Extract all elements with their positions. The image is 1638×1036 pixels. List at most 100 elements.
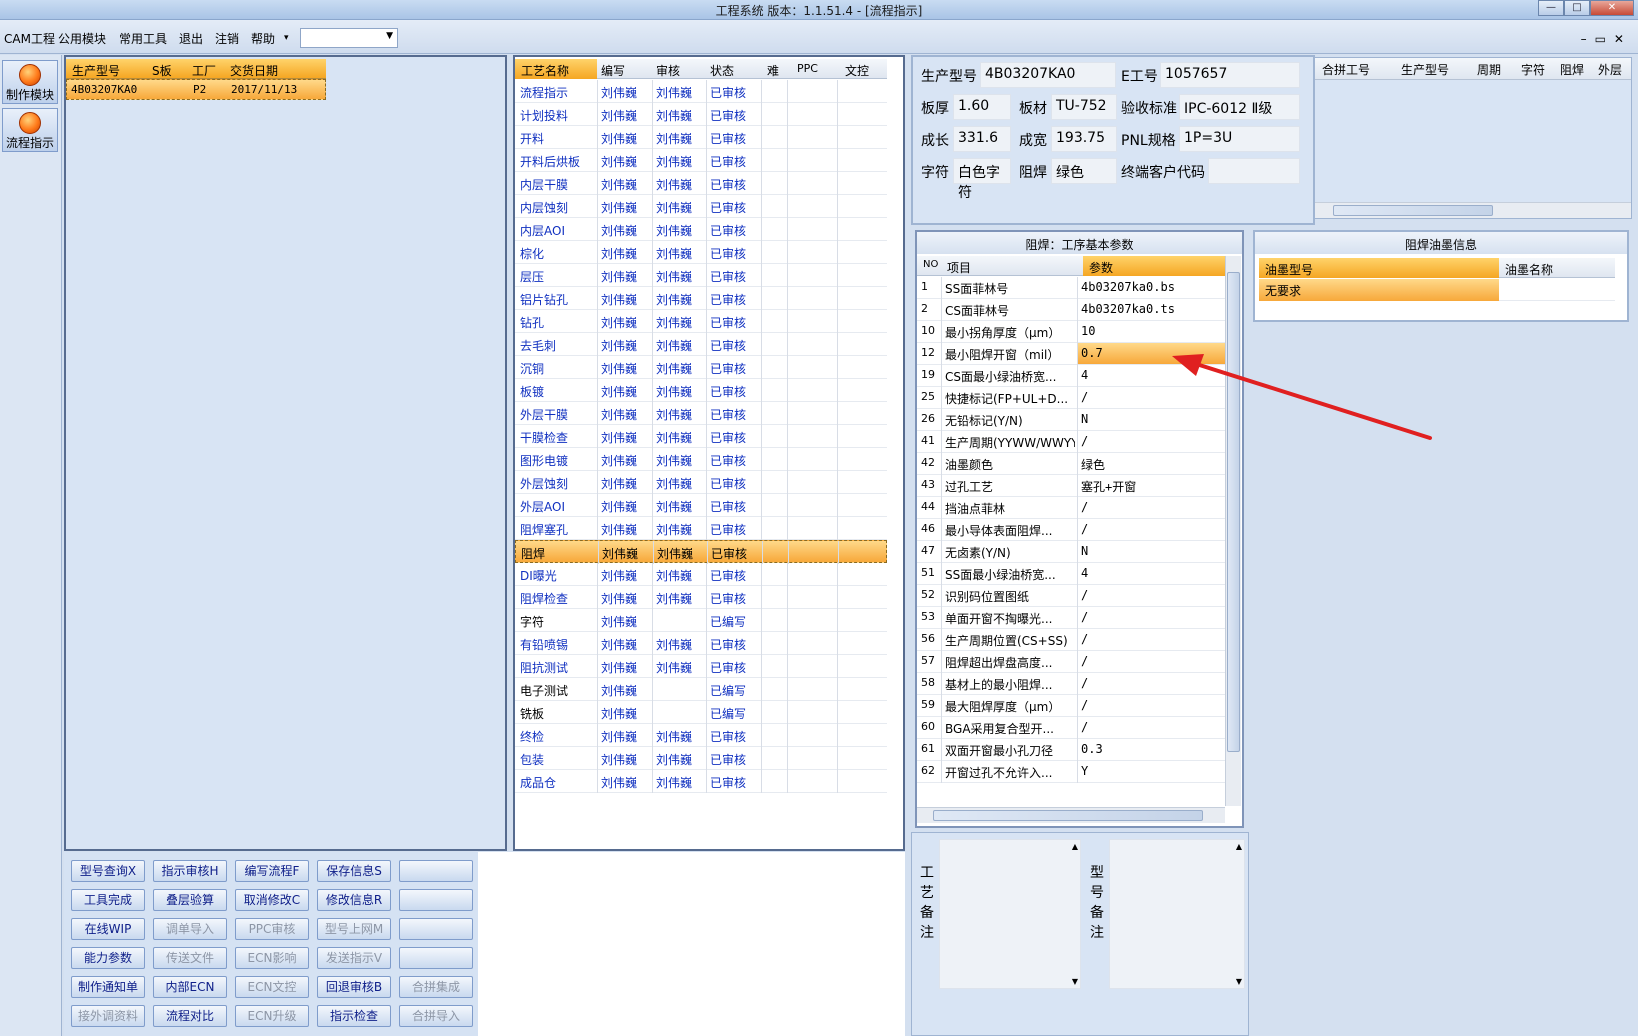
action-button[interactable]: 指示审核H [153,860,227,882]
table-row[interactable]: 电子测试 刘伟巍 已编写 [515,678,887,701]
char-field[interactable]: 白色字符 [953,158,1011,201]
make-module-button[interactable]: 制作模块 [2,60,58,104]
table-row[interactable]: 2 CS面菲林号 4b03207ka0.ts [917,299,1225,321]
action-button[interactable]: 取消修改C [235,889,309,911]
action-button[interactable]: 发送指示V [317,947,391,969]
scroll-thumb[interactable] [1333,205,1493,216]
e-no-field[interactable]: 1057657 [1160,62,1300,88]
table-row[interactable]: 阻抗测试 刘伟巍 刘伟巍 已审核 [515,655,887,678]
table-row[interactable]: 56 生产周期位置(CS+SS) / [917,629,1225,651]
scroll-thumb[interactable] [933,810,1203,821]
scroll-up-icon[interactable]: ▲ [1236,842,1242,851]
table-row[interactable]: 铝片钻孔 刘伟巍 刘伟巍 已审核 [515,287,887,310]
scroll-up-icon[interactable]: ▲ [1072,842,1078,851]
col-delivery-date[interactable]: 交货日期 [230,62,278,79]
action-button[interactable]: PPC审核 [235,918,309,940]
standard-field[interactable]: IPC-6012 Ⅱ级 [1179,94,1300,120]
table-row[interactable]: 46 最小导体表面阻焊... / [917,519,1225,541]
action-button[interactable]: 在线WIP [71,918,145,940]
menu-common-module[interactable]: 公用模块 [58,30,106,47]
action-button[interactable]: 合拼集成 [399,976,473,998]
table-row[interactable]: 60 BGA采用复合型开... / [917,717,1225,739]
menu-logout[interactable]: 注销 [215,30,239,47]
table-row[interactable]: 流程指示 刘伟巍 刘伟巍 已审核 [515,80,887,103]
table-row[interactable]: 内层蚀刻 刘伟巍 刘伟巍 已审核 [515,195,887,218]
col-ink-model[interactable]: 油墨型号 [1265,261,1313,278]
flow-indication-button[interactable]: 流程指示 [2,108,58,152]
col-no[interactable]: NO [923,259,938,270]
action-button[interactable] [399,889,473,911]
action-button[interactable] [399,918,473,940]
scroll-down-icon[interactable]: ▼ [1072,977,1078,986]
col-writer[interactable]: 编写 [601,62,625,79]
process-note-field[interactable]: ▲ ▼ [939,839,1081,989]
table-row[interactable]: 61 双面开窗最小孔刀径 0.3 [917,739,1225,761]
col-doc-control[interactable]: 文控 [845,62,869,79]
action-button[interactable]: 流程对比 [153,1005,227,1027]
col-factory[interactable]: 工厂 [192,62,216,79]
col-reviewer[interactable]: 审核 [656,62,680,79]
model-note-field[interactable]: ▲ ▼ [1109,839,1245,989]
table-row[interactable]: 字符 刘伟巍 已编写 [515,609,887,632]
col-merge-outer[interactable]: 外层 [1598,61,1622,78]
action-button[interactable]: 传送文件 [153,947,227,969]
table-row[interactable]: 阻焊检查 刘伟巍 刘伟巍 已审核 [515,586,887,609]
action-button[interactable]: 工具完成 [71,889,145,911]
table-row[interactable]: 51 SS面最小绿油桥宽... 4 [917,563,1225,585]
table-row[interactable]: 内层AOI 刘伟巍 刘伟巍 已审核 [515,218,887,241]
action-button[interactable]: ECN影响 [235,947,309,969]
table-row[interactable]: 图形电镀 刘伟巍 刘伟巍 已审核 [515,448,887,471]
table-row[interactable]: 去毛刺 刘伟巍 刘伟巍 已审核 [515,333,887,356]
close-icon[interactable]: ✕ [1590,0,1634,16]
merge-hscroll[interactable] [1315,202,1631,218]
maximize-icon[interactable]: □ [1564,0,1590,16]
table-row[interactable]: 层压 刘伟巍 刘伟巍 已审核 [515,264,887,287]
table-row[interactable]: 53 单面开窗不掏曝光... / [917,607,1225,629]
table-row[interactable]: 干膜检查 刘伟巍 刘伟巍 已审核 [515,425,887,448]
thickness-field[interactable]: 1.60 [953,94,1011,120]
table-row[interactable]: 62 开窗过孔不允许入... Y [917,761,1225,783]
table-row[interactable]: 钻孔 刘伟巍 刘伟巍 已审核 [515,310,887,333]
prod-model-field[interactable]: 4B03207KA0 [980,62,1116,88]
table-row[interactable]: 4B03207KA0 P2 2017/11/13 [66,79,326,100]
table-row[interactable]: 外层干膜 刘伟巍 刘伟巍 已审核 [515,402,887,425]
col-ink-name[interactable]: 油墨名称 [1505,261,1553,278]
params-hscroll[interactable] [917,807,1225,823]
menu-cam[interactable]: CAM工程 [4,30,55,47]
table-row[interactable]: 板镀 刘伟巍 刘伟巍 已审核 [515,379,887,402]
col-process-name[interactable]: 工艺名称 [521,62,569,79]
table-row[interactable]: 开料后烘板 刘伟巍 刘伟巍 已审核 [515,149,887,172]
table-row[interactable]: 开料 刘伟巍 刘伟巍 已审核 [515,126,887,149]
col-prod-model[interactable]: 生产型号 [72,62,120,79]
table-row[interactable]: 计划投料 刘伟巍 刘伟巍 已审核 [515,103,887,126]
scroll-down-icon[interactable]: ▼ [1236,977,1242,986]
length-field[interactable]: 331.6 [953,126,1011,152]
mdi-controls[interactable]: –▭✕ [1581,32,1632,46]
col-merge-mask[interactable]: 阻焊 [1560,61,1584,78]
menu-common-tools[interactable]: 常用工具 [119,30,167,47]
action-button[interactable]: 回退审核B [317,976,391,998]
table-row[interactable]: 59 最大阻焊厚度（μm） / [917,695,1225,717]
minimize-icon[interactable]: — [1538,0,1564,16]
table-row[interactable]: 43 过孔工艺 塞孔+开窗 [917,475,1225,497]
action-button[interactable]: ECN升级 [235,1005,309,1027]
action-button[interactable]: 合拼导入 [399,1005,473,1027]
help-dropdown-icon[interactable]: ▾ [284,33,289,43]
menu-help[interactable]: 帮助 [251,30,275,47]
table-row[interactable]: 52 识别码位置图纸 / [917,585,1225,607]
col-merge-char[interactable]: 字符 [1521,61,1545,78]
table-row[interactable]: 外层AOI 刘伟巍 刘伟巍 已审核 [515,494,887,517]
col-merge-no[interactable]: 合拼工号 [1322,61,1370,78]
action-button[interactable]: 制作通知单 [71,976,145,998]
table-row[interactable]: DI曝光 刘伟巍 刘伟巍 已审核 [515,563,887,586]
table-row[interactable]: 无要求 [1259,279,1499,301]
table-row[interactable]: 沉铜 刘伟巍 刘伟巍 已审核 [515,356,887,379]
customer-field[interactable] [1208,158,1300,184]
width-field[interactable]: 193.75 [1051,126,1117,152]
table-row[interactable]: 44 挡油点菲林 / [917,497,1225,519]
pnl-field[interactable]: 1P=3U [1179,126,1300,152]
table-row[interactable]: 内层干膜 刘伟巍 刘伟巍 已审核 [515,172,887,195]
table-row[interactable]: 终检 刘伟巍 刘伟巍 已审核 [515,724,887,747]
table-row[interactable]: 有铅喷锡 刘伟巍 刘伟巍 已审核 [515,632,887,655]
menu-exit[interactable]: 退出 [179,30,203,47]
